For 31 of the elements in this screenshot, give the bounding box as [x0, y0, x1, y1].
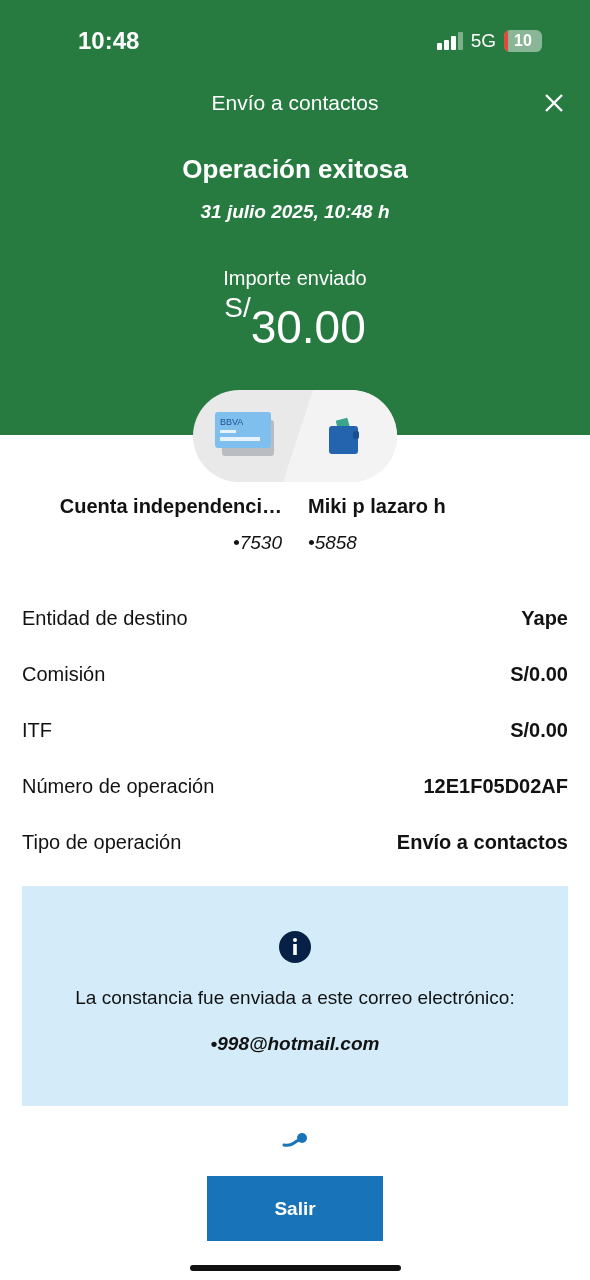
signal-icon: [436, 32, 463, 50]
detail-value: Yape: [521, 606, 568, 630]
currency-symbol: S/: [224, 292, 251, 324]
success-heading: Operación exitosa: [182, 154, 408, 185]
exit-button[interactable]: Salir: [207, 1176, 383, 1241]
amount-label: Importe enviado: [223, 267, 367, 290]
loading-icon: [282, 1132, 308, 1148]
notice-email: •998@hotmail.com: [210, 1033, 380, 1055]
info-icon: [279, 931, 311, 963]
network-label: 5G: [470, 30, 496, 52]
close-icon[interactable]: [544, 93, 564, 113]
source-account-name: Cuenta independenci…: [59, 495, 282, 518]
detail-label: Tipo de operación: [22, 830, 182, 854]
detail-label: Número de operación: [22, 774, 215, 798]
battery-icon: 10: [504, 30, 542, 52]
recipient-name: Miki p lazaro h: [308, 495, 446, 518]
screen-title: Envío a contactos: [211, 91, 379, 115]
notice-text: La constancia fue enviada a este correo electrónico:: [75, 987, 515, 1009]
source-account-number: •7530: [233, 532, 282, 554]
status-time: 10:48: [78, 27, 140, 55]
wallet-icon: [329, 417, 359, 454]
detail-label: ITF: [22, 718, 52, 742]
recipient-number: •5858: [308, 532, 357, 554]
detail-label: Entidad de destino: [22, 606, 188, 630]
detail-value: 12E1F05D02AF: [423, 774, 568, 798]
detail-value: S/0.00: [510, 718, 568, 742]
detail-value: S/0.00: [510, 662, 568, 686]
detail-label: Comisión: [22, 662, 106, 686]
operation-date: 31 julio 2025, 10:48 h: [200, 201, 390, 223]
detail-value: Envío a contactos: [396, 830, 568, 854]
amount-value: 30.00: [250, 301, 366, 354]
